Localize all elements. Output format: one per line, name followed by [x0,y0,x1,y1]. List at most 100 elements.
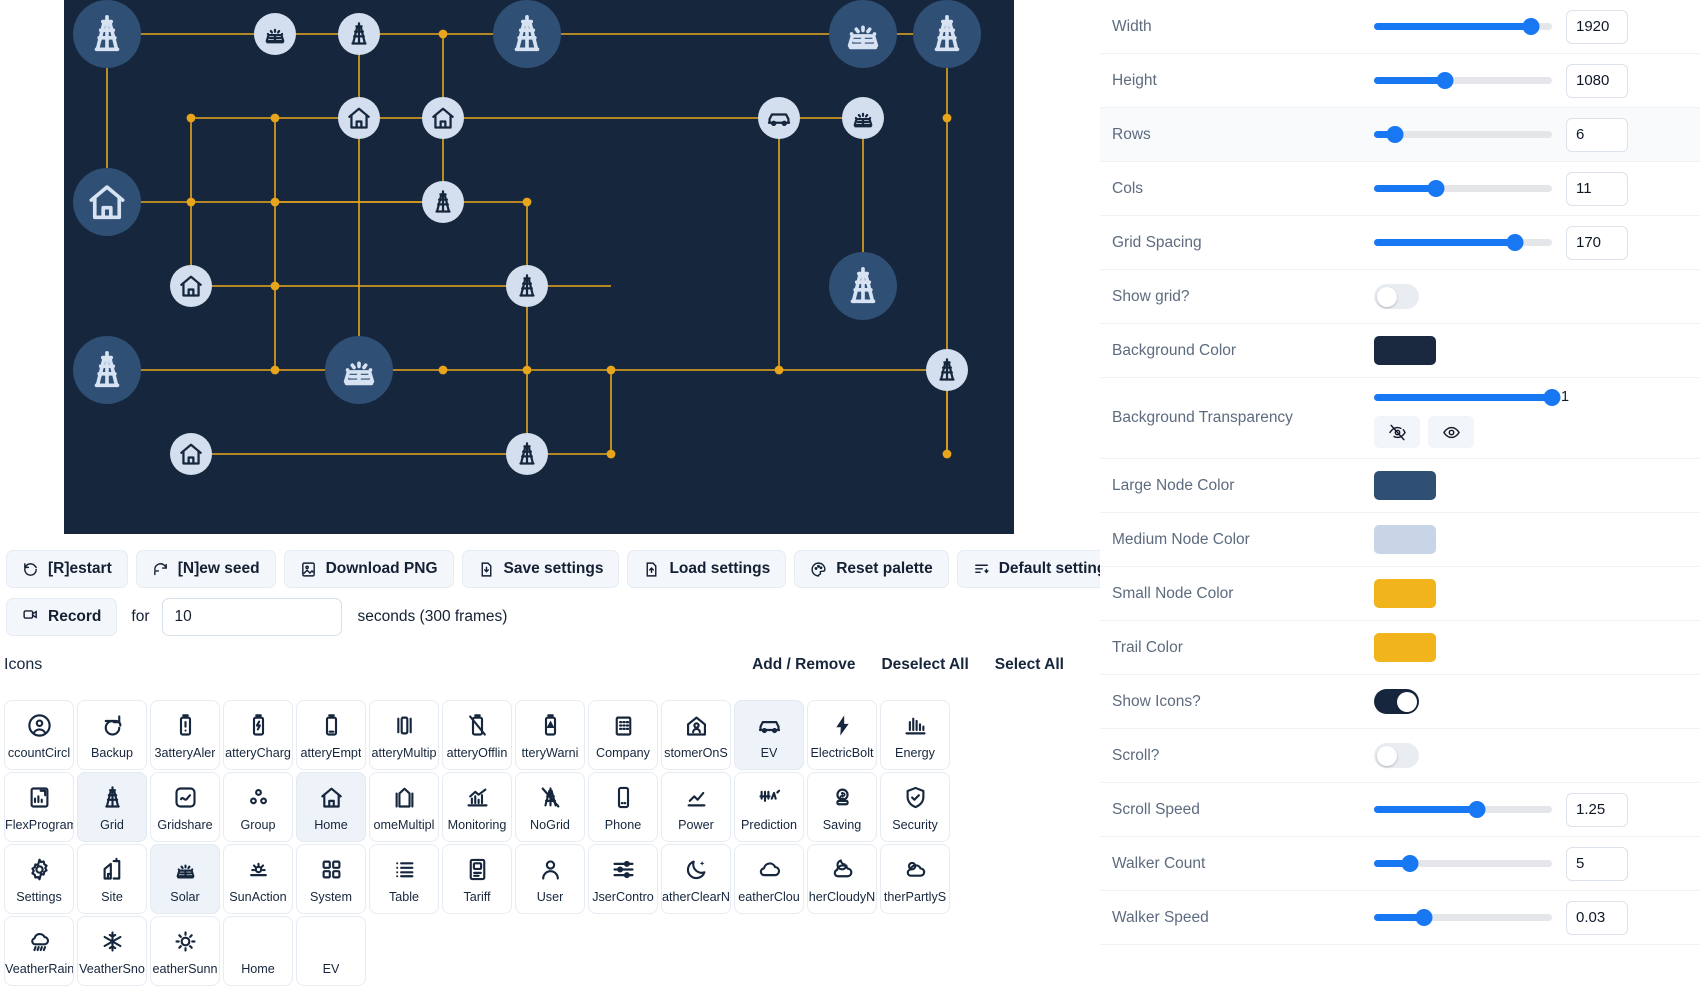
icon-tile-company[interactable]: Company [588,700,658,770]
save-file-icon [478,561,495,578]
icon-tile-prediction[interactable]: Prediction [734,772,804,842]
icon-tile-no-grid[interactable]: NoGrid [515,772,585,842]
slider-track[interactable] [1374,126,1552,144]
icon-tile-blank[interactable]: EV [296,916,366,986]
icon-tile-sun-action[interactable]: SunAction [223,844,293,914]
icon-tile-account-circle[interactable]: ccountCircl [4,700,74,770]
icon-tile-label: stomerOnS [664,745,728,760]
save-settings-button[interactable]: Save settings [461,550,620,588]
icon-tile-solar[interactable]: Solar [150,844,220,914]
add-remove-button[interactable]: Add / Remove [752,656,855,674]
icon-tile-backup[interactable]: Backup [77,700,147,770]
icon-tile-user-controls[interactable]: JserContro [588,844,658,914]
icon-tile-customer-on-site[interactable]: stomerOnS [661,700,731,770]
icon-tile-battery-charging[interactable]: atteryCharg [223,700,293,770]
icon-tile-power[interactable]: Power [661,772,731,842]
setting-label: Grid Spacing [1112,233,1202,251]
setting-value-input[interactable]: 1080 [1566,63,1628,98]
deselect-all-button[interactable]: Deselect All [881,656,968,674]
restart-button[interactable]: [R]estart [6,550,128,588]
icon-tile-battery-alert[interactable]: 3atteryAler [150,700,220,770]
select-all-button[interactable]: Select All [995,656,1064,674]
setting-value-input[interactable]: 1.25 [1566,792,1628,827]
slider-track[interactable] [1374,909,1552,927]
slider-track[interactable] [1374,801,1552,819]
icon-tile-weather-cloudy-night[interactable]: herCloudyN [807,844,877,914]
icon-tile-grid-tower[interactable]: Grid [77,772,147,842]
slider-track[interactable] [1374,855,1552,873]
icon-tile-electric-bolt[interactable]: ElectricBolt [807,700,877,770]
slider-track[interactable] [1374,18,1552,36]
icon-tile-home-multiple[interactable]: omeMultipl [369,772,439,842]
icon-tile-battery-multiple[interactable]: atteryMultip [369,700,439,770]
record-seconds-input[interactable] [161,598,342,636]
flex-program-icon [26,783,53,813]
icon-tile-home[interactable]: Home [296,772,366,842]
icon-tile-battery-warning[interactable]: tteryWarni [515,700,585,770]
setting-toggle[interactable] [1374,689,1419,714]
icon-tile-energy[interactable]: Energy [880,700,950,770]
setting-label: Rows [1112,125,1151,143]
setting-value-input[interactable]: 1920 [1566,9,1628,44]
icon-tile-security[interactable]: Security [880,772,950,842]
icon-tile-label: Site [101,889,123,904]
setting-value-input[interactable]: 6 [1566,117,1628,152]
icon-tile-tariff[interactable]: Tariff [442,844,512,914]
icon-tile-flex-program[interactable]: FlexProgram [4,772,74,842]
icon-tile-phone[interactable]: Phone [588,772,658,842]
setting-value-input[interactable]: 5 [1566,846,1628,881]
icon-tile-weather-cloudy[interactable]: eatherClou [734,844,804,914]
slider-track[interactable] [1374,234,1552,252]
color-swatch[interactable] [1374,579,1436,608]
icon-tile-battery-empty[interactable]: atteryEmpt [296,700,366,770]
icon-tile-label: ElectricBolt [810,745,874,760]
setting-row-rows: Rows 6 [1100,108,1700,162]
setting-row-width: Width 1920 [1100,0,1700,54]
energy-icon [902,711,929,741]
setting-toggle[interactable] [1374,743,1419,768]
setting-row-walker-count: Walker Count 5 [1100,837,1700,891]
load-settings-button[interactable]: Load settings [627,550,787,588]
icon-tile-battery-offline[interactable]: atteryOfflin [442,700,512,770]
icon-tile-site[interactable]: Site [77,844,147,914]
network-canvas[interactable] [64,0,1014,534]
icon-tile-blank[interactable]: Home [223,916,293,986]
icon-tile-settings[interactable]: Settings [4,844,74,914]
slider-track[interactable] [1374,72,1552,90]
setting-value-input[interactable]: 0.03 [1566,900,1628,935]
color-swatch[interactable] [1374,525,1436,554]
customer-on-site-icon [683,711,710,741]
download-png-button[interactable]: Download PNG [283,550,454,588]
icon-tile-ev[interactable]: EV [734,700,804,770]
icon-tile-weather-snow[interactable]: VeatherSno [77,916,147,986]
setting-value-input[interactable]: 11 [1566,171,1628,206]
icon-tile-gridshare[interactable]: Gridshare [150,772,220,842]
record-button[interactable]: Record [6,598,118,636]
icon-tile-table[interactable]: Table [369,844,439,914]
color-swatch[interactable] [1374,471,1436,500]
icon-tile-weather-partly-sunny[interactable]: therPartlyS [880,844,950,914]
icon-tile-user[interactable]: User [515,844,585,914]
eye-icon[interactable] [1428,416,1474,448]
new-seed-button[interactable]: [N]ew seed [135,550,276,588]
color-swatch[interactable] [1374,336,1436,365]
color-swatch[interactable] [1374,633,1436,662]
setting-value-input[interactable]: 170 [1566,225,1628,260]
slider-track[interactable] [1374,180,1552,198]
reset-palette-button[interactable]: Reset palette [794,550,949,588]
icon-tile-saving[interactable]: Saving [807,772,877,842]
icon-tile-label: eatherSunn [152,961,218,976]
icon-tile-group[interactable]: Group [223,772,293,842]
icon-tile-weather-sunny[interactable]: eatherSunn [150,916,220,986]
setting-row-small-node-color: Small Node Color [1100,567,1700,621]
icon-tile-weather-clear-night[interactable]: atherClearN [661,844,731,914]
user-controls-icon [610,855,637,885]
weather-clear-night-icon [683,855,710,885]
icon-tile-monitoring[interactable]: Monitoring [442,772,512,842]
setting-toggle[interactable] [1374,284,1419,309]
transparency-value: 1 [1561,389,1570,405]
icon-tile-system[interactable]: System [296,844,366,914]
eye-off-icon[interactable] [1374,416,1420,448]
icon-tile-weather-rain[interactable]: VeatherRain [4,916,74,986]
slider-track[interactable] [1374,388,1561,406]
